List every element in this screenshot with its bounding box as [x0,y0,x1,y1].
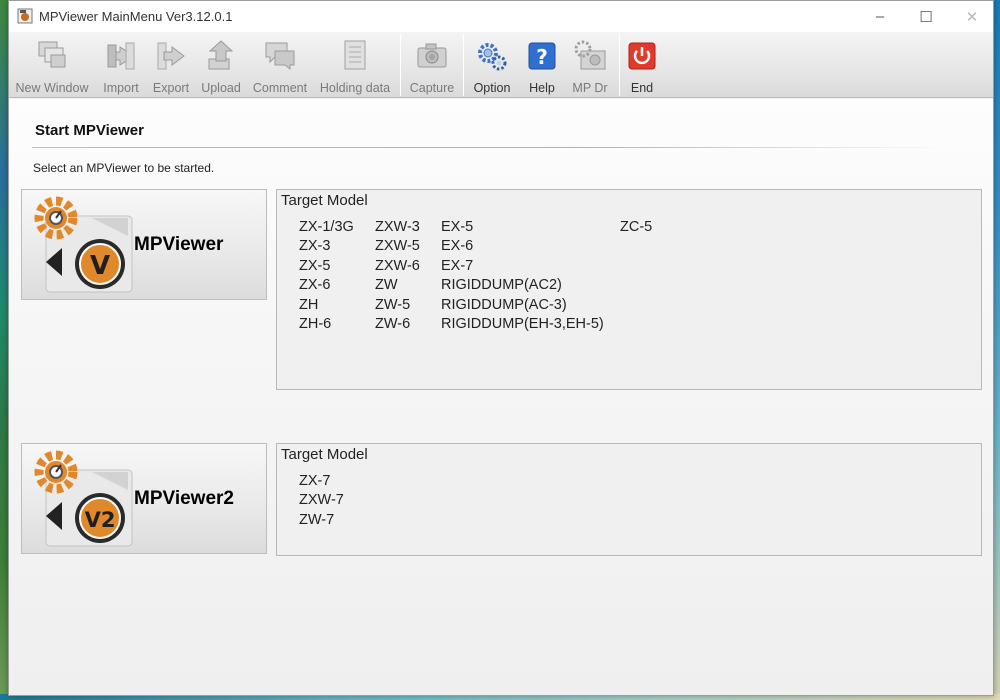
mp-dr-button[interactable]: MP Dr [567,34,613,96]
new-window-button[interactable]: New Window [15,34,89,96]
holding-data-button[interactable]: Holding data [317,34,393,96]
model-item: ZW-6 [375,316,411,332]
title-divider [32,147,944,148]
help-icon: ? [528,42,556,70]
mpviewer-badge: V [90,251,110,281]
model-item: ZXW-6 [375,258,420,274]
mpviewer-launch-button[interactable]: V MPViewer [21,189,267,300]
mpviewer-logo-icon: V [34,196,133,293]
option-button[interactable]: Option [469,34,515,96]
upload-icon [208,40,234,70]
model-item: ZX-3 [299,238,331,254]
option-label: Option [473,81,511,95]
new-window-icon [38,41,66,68]
import-label: Import [103,81,139,95]
model-item: ZX-7 [299,473,331,489]
model-item: ZX-1/3G [299,219,354,235]
main-window: MPViewer MainMenu Ver3.12.0.1 – ☐ ✕ New … [8,0,994,696]
mpviewer2-badge: V2 [85,508,116,532]
help-button[interactable]: ? Help [521,34,563,96]
comment-label: Comment [252,81,308,95]
model-item: RIGIDDUMP(AC2) [441,277,562,293]
comment-button[interactable]: Comment [251,34,309,96]
mpviewer2-label: MPViewer2 [134,488,234,509]
export-button[interactable]: Export [149,34,193,96]
desktop-background-right [994,0,1000,700]
holding-data-label: Holding data [319,81,391,95]
model-item: ZW [375,277,398,293]
model-item: RIGIDDUMP(EH-3,EH-5) [441,316,604,332]
model-item: EX-5 [441,219,474,235]
capture-label: Capture [409,81,455,95]
maximize-button[interactable]: ☐ [903,1,949,32]
main-content: Start MPViewer Select an MPViewer to be … [9,99,993,695]
minimize-icon: – [875,8,885,25]
model-item: ZXW-3 [375,219,420,235]
mpviewer2-logo-icon: V2 [34,450,133,547]
end-button[interactable]: End [625,34,659,96]
import-button[interactable]: Import [99,34,143,96]
model-item: ZX-6 [299,277,331,293]
minimize-button[interactable]: – [857,1,903,32]
holding-data-icon [344,40,366,70]
model-item: ZC-5 [620,219,653,235]
comment-icon [265,42,295,71]
svg-text:?: ? [536,45,548,69]
model-item: ZW-7 [299,512,335,528]
toolbar-separator [619,34,620,96]
power-icon [628,42,656,70]
mpviewer-target-model-panel: Target Model ZX-1/3G ZX-3 ZX-5 ZX-6 ZH Z… [276,189,982,390]
model-item: ZXW-7 [299,492,344,508]
mp-dr-label: MP Dr [572,81,608,95]
gears-icon [478,43,507,71]
help-label: Help [529,81,555,95]
import-icon [107,42,135,70]
maximize-icon: ☐ [919,8,933,26]
upload-button[interactable]: Upload [197,34,245,96]
toolbar-separator [400,34,401,96]
model-item: RIGIDDUMP(AC-3) [441,297,567,313]
target-model-title: Target Model [281,192,368,209]
model-item: EX-6 [441,238,474,254]
mpviewer2-launch-button[interactable]: V2 MPViewer2 [21,443,267,554]
mpviewer-label: MPViewer [134,234,224,255]
export-icon [157,42,185,70]
target-model-title: Target Model [281,446,368,463]
toolbar: New Window Import Export Upload Comment … [9,32,993,98]
new-window-label: New Window [15,81,89,95]
mp-dr-icon [574,40,606,70]
window-title: MPViewer MainMenu Ver3.12.0.1 [39,9,233,24]
model-item: ZH [299,297,319,313]
model-item: ZH-6 [299,316,332,332]
model-item: ZX-5 [299,258,331,274]
capture-button[interactable]: Capture [407,34,457,96]
toolbar-separator [463,34,464,96]
model-item: EX-7 [441,258,474,274]
close-icon: ✕ [965,8,979,26]
model-item: ZXW-5 [375,238,420,254]
model-item: ZW-5 [375,297,411,313]
export-label: Export [152,81,190,95]
camera-icon [417,43,447,68]
end-label: End [630,81,654,95]
upload-label: Upload [201,81,241,95]
title-bar[interactable]: MPViewer MainMenu Ver3.12.0.1 – ☐ ✕ [9,1,993,32]
instruction-text: Select an MPViewer to be started. [33,161,215,175]
close-button[interactable]: ✕ [949,1,993,32]
app-icon [17,8,33,24]
page-title: Start MPViewer [35,122,144,139]
mpviewer2-target-model-panel: Target Model ZX-7 ZXW-7 ZW-7 [276,443,982,556]
